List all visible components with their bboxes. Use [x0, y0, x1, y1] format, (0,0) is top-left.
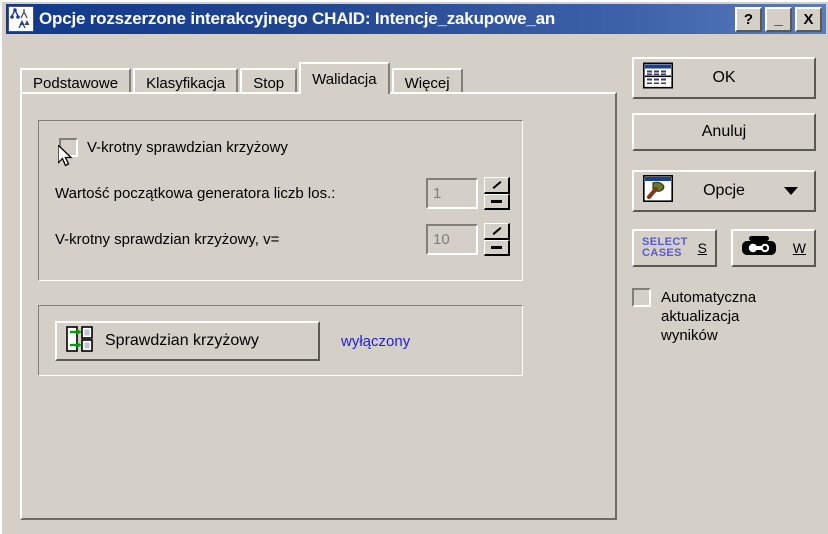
tab-label: Klasyfikacja: [146, 74, 226, 92]
command-column: OK Anuluj Opcje SELECT CASES S W Automat…: [632, 57, 816, 345]
tab-strip: Podstawowe Klasyfikacja Stop Walidacja W…: [20, 62, 465, 96]
auto-update-checkbox[interactable]: [632, 288, 651, 307]
tab-panel-walidacja: V-krotny sprawdzian krzyżowy Wartość poc…: [20, 92, 617, 520]
weight-button[interactable]: W: [731, 229, 816, 267]
crossvalidation-flow-icon-svg: [66, 325, 93, 352]
chaid-tree-icon: [8, 6, 34, 32]
crossvalidation-button-label: Sprawdzian krzyżowy: [105, 332, 259, 349]
random-seed-stepper[interactable]: [484, 177, 510, 210]
spinner-down-icon[interactable]: [484, 239, 510, 256]
spinner-down-icon[interactable]: [484, 193, 510, 210]
chaid-tree-icon-svg: [9, 7, 33, 31]
help-button[interactable]: ?: [735, 6, 762, 32]
select-cases-label: SELECT CASES: [642, 237, 688, 259]
hammer-icon: [643, 175, 673, 207]
title-bar[interactable]: Opcje rozszerzone interakcyjnego CHAID: …: [6, 4, 826, 34]
minimize-button[interactable]: _: [765, 6, 792, 32]
spreadsheet-icon: [643, 62, 673, 94]
options-button[interactable]: Opcje: [632, 170, 816, 212]
crossvalidation-button[interactable]: Sprawdzian krzyżowy: [55, 321, 320, 361]
vfold-count-input[interactable]: 10: [426, 224, 478, 255]
ok-button[interactable]: OK: [632, 57, 816, 99]
weight-tape-icon-svg: [742, 235, 776, 255]
cancel-button-label: Anuluj: [701, 123, 747, 140]
options-button-label: Opcje: [703, 182, 745, 199]
vfold-count-label: V-krotny sprawdzian krzyżowy, v=: [55, 231, 280, 248]
window-title: Opcje rozszerzone interakcyjnego CHAID: …: [39, 9, 556, 28]
auto-update-label: Automatyczna aktualizacja wyników: [661, 289, 757, 344]
spinner-up-icon[interactable]: [484, 177, 510, 194]
auto-update-checkbox-row[interactable]: Automatyczna aktualizacja wyników: [632, 288, 816, 345]
tab-label: Stop: [253, 74, 285, 92]
spinner-up-icon[interactable]: [484, 223, 510, 240]
hammer-icon-svg: [643, 175, 673, 202]
chevron-down-icon[interactable]: [784, 187, 798, 195]
validation-group-box: V-krotny sprawdzian krzyżowy Wartość poc…: [38, 120, 523, 281]
crossvalidation-status-label: wyłączony: [341, 333, 411, 350]
select-cases-hotkey: S: [697, 240, 707, 256]
dialog-window: Opcje rozszerzone interakcyjnego CHAID: …: [0, 0, 828, 534]
vfold-count-stepper[interactable]: [484, 223, 510, 256]
vfold-crossvalidation-checkbox-row[interactable]: V-krotny sprawdzian krzyżowy: [59, 138, 288, 157]
crossvalidation-flow-icon: [66, 325, 93, 357]
random-seed-row: Wartość początkowa generatora liczb los.…: [55, 177, 510, 210]
ok-button-label: OK: [712, 69, 736, 86]
weight-hotkey: W: [792, 240, 806, 256]
spreadsheet-icon-svg: [643, 62, 673, 89]
vfold-count-row: V-krotny sprawdzian krzyżowy, v= 10: [55, 223, 510, 256]
select-cases-button[interactable]: SELECT CASES S: [632, 229, 717, 267]
tab-label: Więcej: [404, 74, 450, 92]
vfold-crossvalidation-label: V-krotny sprawdzian krzyżowy: [87, 139, 288, 156]
tab-walidacja[interactable]: Walidacja: [299, 62, 390, 94]
random-seed-input[interactable]: 1: [426, 178, 478, 209]
tab-label: Walidacja: [312, 70, 377, 88]
select-cases-line2: CASES: [642, 247, 682, 259]
utility-button-row: SELECT CASES S W: [632, 229, 816, 267]
vfold-crossvalidation-checkbox[interactable]: [59, 138, 78, 157]
weight-tape-icon: [741, 235, 777, 262]
random-seed-label: Wartość początkowa generatora liczb los.…: [55, 185, 336, 202]
tab-label: Podstawowe: [33, 74, 119, 92]
close-button[interactable]: X: [795, 6, 822, 32]
crossvalidation-group-box: Sprawdzian krzyżowy wyłączony: [38, 305, 523, 376]
window-controls: ? _ X: [735, 6, 822, 32]
cancel-button[interactable]: Anuluj: [632, 113, 816, 151]
